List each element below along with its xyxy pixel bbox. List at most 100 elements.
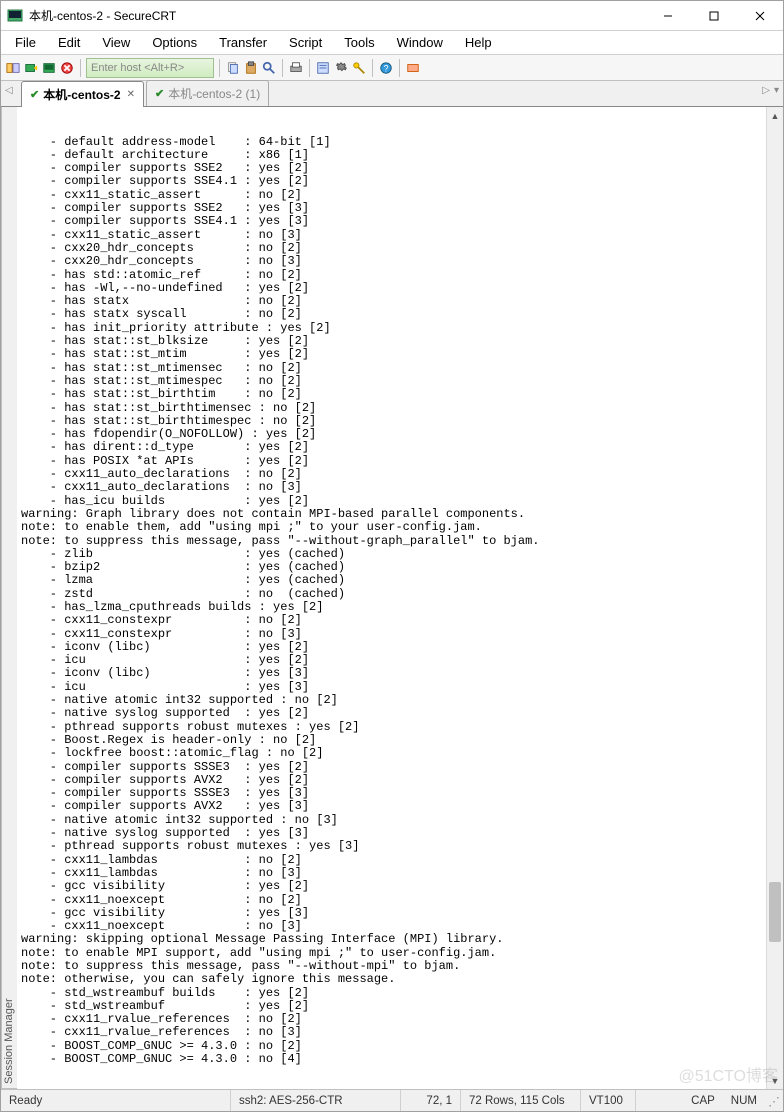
toolbar-separator: [372, 59, 373, 77]
terminal-line: note: otherwise, you can safely ignore t…: [21, 973, 762, 986]
host-input[interactable]: Enter host <Alt+R>: [86, 58, 214, 78]
terminal-line: - Boost.Regex is header-only : no [2]: [21, 734, 762, 747]
terminal[interactable]: - default address-model : 64-bit [1] - d…: [17, 107, 766, 1089]
find-icon[interactable]: [261, 60, 277, 76]
terminal-line: - has statx : no [2]: [21, 295, 762, 308]
menu-edit[interactable]: Edit: [48, 33, 90, 52]
app-icon: [7, 8, 23, 24]
terminal-line: - zlib : yes (cached): [21, 548, 762, 561]
terminal-line: - compiler supports SSE2 : yes [3]: [21, 202, 762, 215]
terminal-line: - gcc visibility : yes [2]: [21, 880, 762, 893]
session-manager-panel-tab[interactable]: Session Manager: [1, 107, 17, 1089]
tab-session-2[interactable]: ✔ 本机-centos-2 (1): [146, 80, 269, 106]
terminal-line: - compiler supports SSE2 : yes [2]: [21, 162, 762, 175]
titlebar: 本机-centos-2 - SecureCRT: [1, 1, 783, 31]
terminal-line: - cxx11_noexcept : no [3]: [21, 920, 762, 933]
terminal-line: - bzip2 : yes (cached): [21, 561, 762, 574]
close-button[interactable]: [737, 1, 783, 30]
menubar: File Edit View Options Transfer Script T…: [1, 31, 783, 55]
properties-icon[interactable]: [315, 60, 331, 76]
session-manager-icon[interactable]: [5, 60, 21, 76]
minimize-button[interactable]: [645, 1, 691, 30]
terminal-line: - cxx11_static_assert : no [2]: [21, 189, 762, 202]
terminal-line: - zstd : no (cached): [21, 588, 762, 601]
reconnect-icon[interactable]: [59, 60, 75, 76]
terminal-line: - compiler supports SSSE3 : yes [3]: [21, 787, 762, 800]
terminal-line: warning: skipping optional Message Passi…: [21, 933, 762, 946]
menu-window[interactable]: Window: [387, 33, 453, 52]
terminal-line: - native atomic int32 supported : no [2]: [21, 694, 762, 707]
status-num: NUM: [723, 1090, 765, 1111]
help-icon[interactable]: ?: [378, 60, 394, 76]
terminal-line: - compiler supports SSE4.1 : yes [2]: [21, 175, 762, 188]
settings-icon[interactable]: [333, 60, 349, 76]
resize-grip-icon[interactable]: ⋰: [765, 1094, 783, 1108]
check-icon: ✔: [155, 87, 164, 100]
terminal-line: - compiler supports AVX2 : yes [3]: [21, 800, 762, 813]
tab-session-1[interactable]: ✔ 本机-centos-2 ✕: [21, 81, 144, 107]
terminal-line: - std_wstreambuf builds : yes [2]: [21, 987, 762, 1000]
terminal-line: note: to suppress this message, pass "--…: [21, 960, 762, 973]
statusbar: Ready ssh2: AES-256-CTR 72, 1 72 Rows, 1…: [1, 1089, 783, 1111]
print-icon[interactable]: [288, 60, 304, 76]
terminal-line: - cxx20_hdr_concepts : no [3]: [21, 255, 762, 268]
toolbar-separator: [282, 59, 283, 77]
scrollbar-thumb[interactable]: [769, 882, 781, 942]
terminal-line: - has_icu builds : yes [2]: [21, 495, 762, 508]
vertical-scrollbar[interactable]: ▲ ▼: [766, 107, 783, 1089]
close-tab-icon[interactable]: ✕: [127, 89, 135, 100]
terminal-line: - cxx11_rvalue_references : no [2]: [21, 1013, 762, 1026]
paste-icon[interactable]: [243, 60, 259, 76]
menu-help[interactable]: Help: [455, 33, 502, 52]
tab-prev-icon[interactable]: ◁: [5, 85, 13, 96]
terminal-line: - has stat::st_birthtim : no [2]: [21, 388, 762, 401]
menu-file[interactable]: File: [5, 33, 46, 52]
maximize-button[interactable]: [691, 1, 737, 30]
terminal-line: - has stat::st_birthtimensec : no [2]: [21, 402, 762, 415]
terminal-line: - cxx11_constexpr : no [3]: [21, 628, 762, 641]
tab-next-icon[interactable]: ▷: [762, 85, 770, 96]
terminal-line: - default architecture : x86 [1]: [21, 149, 762, 162]
tab-label: 本机-centos-2: [43, 86, 120, 103]
key-icon[interactable]: [351, 60, 367, 76]
toolbar-separator: [219, 59, 220, 77]
scrollbar-track[interactable]: [767, 124, 783, 1072]
terminal-line: - native atomic int32 supported : no [3]: [21, 814, 762, 827]
terminal-line: - lockfree boost::atomic_flag : no [2]: [21, 747, 762, 760]
activator-icon[interactable]: [405, 60, 421, 76]
menu-options[interactable]: Options: [142, 33, 207, 52]
terminal-line: - has stat::st_mtimespec : no [2]: [21, 375, 762, 388]
check-icon: ✔: [30, 88, 39, 101]
watermark: @51CTO博客: [678, 1062, 778, 1086]
terminal-line: - cxx11_rvalue_references : no [3]: [21, 1026, 762, 1039]
terminal-line: - native syslog supported : yes [3]: [21, 827, 762, 840]
terminal-line: - has_lzma_cputhreads builds : yes [2]: [21, 601, 762, 614]
terminal-line: - std_wstreambuf : yes [2]: [21, 1000, 762, 1013]
terminal-line: - icu : yes [3]: [21, 681, 762, 694]
status-ready: Ready: [1, 1090, 231, 1111]
status-caps: CAP: [683, 1090, 723, 1111]
terminal-line: - cxx11_constexpr : no [2]: [21, 614, 762, 627]
copy-icon[interactable]: [225, 60, 241, 76]
tab-menu-icon[interactable]: ▾: [774, 85, 779, 96]
toolbar-separator: [80, 59, 81, 77]
terminal-line: - BOOST_COMP_GNUC >= 4.3.0 : no [2]: [21, 1040, 762, 1053]
scroll-up-icon[interactable]: ▲: [767, 107, 783, 124]
connect-tab-icon[interactable]: [41, 60, 57, 76]
terminal-line: - has stat::st_birthtimespec : no [2]: [21, 415, 762, 428]
toolbar-separator: [399, 59, 400, 77]
toolbar: Enter host <Alt+R> ?: [1, 55, 783, 81]
menu-tools[interactable]: Tools: [334, 33, 384, 52]
terminal-line: warning: Graph library does not contain …: [21, 508, 762, 521]
terminal-line: - cxx11_lambdas : no [2]: [21, 854, 762, 867]
menu-script[interactable]: Script: [279, 33, 332, 52]
quick-connect-icon[interactable]: [23, 60, 39, 76]
status-size: 72 Rows, 115 Cols: [461, 1090, 581, 1111]
tab-label: 本机-centos-2 (1): [168, 85, 260, 102]
terminal-line: - cxx11_auto_declarations : no [2]: [21, 468, 762, 481]
menu-view[interactable]: View: [92, 33, 140, 52]
terminal-line: - iconv (libc) : yes [3]: [21, 667, 762, 680]
terminal-line: - cxx11_static_assert : no [3]: [21, 229, 762, 242]
window-title: 本机-centos-2 - SecureCRT: [29, 7, 645, 24]
menu-transfer[interactable]: Transfer: [209, 33, 277, 52]
